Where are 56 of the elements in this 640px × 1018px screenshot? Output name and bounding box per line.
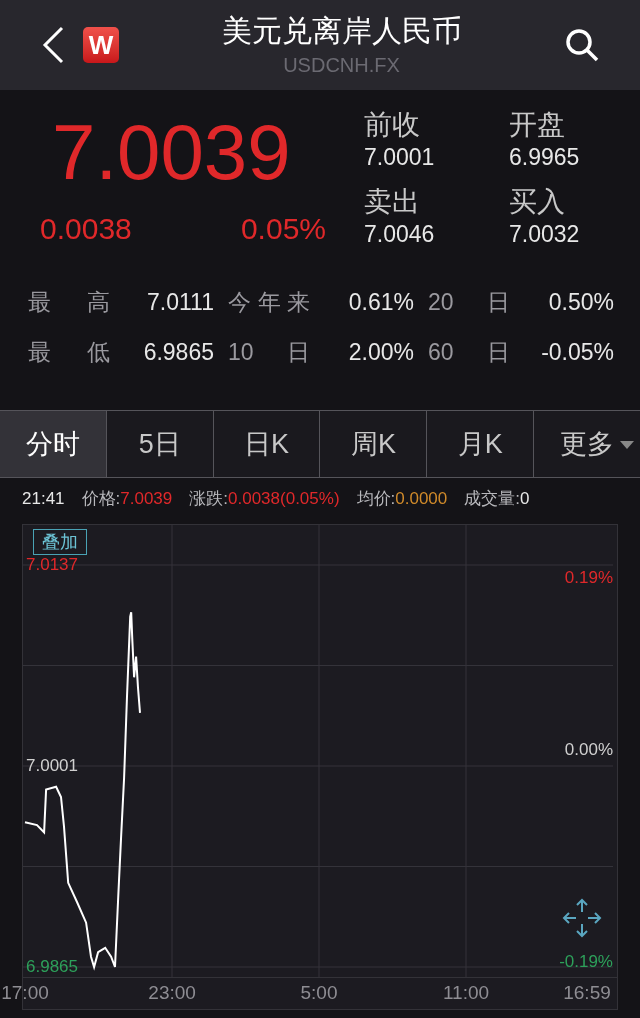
field-label: 开盘 bbox=[509, 108, 566, 142]
back-icon[interactable] bbox=[40, 25, 66, 65]
field-value: 7.0046 bbox=[364, 220, 436, 249]
axis-label: -0.19% bbox=[559, 953, 613, 970]
search-icon[interactable] bbox=[564, 27, 600, 63]
info-value: 0 bbox=[520, 488, 530, 511]
field-value: 7.0001 bbox=[364, 143, 436, 172]
info-label: 均价: bbox=[356, 488, 396, 511]
period-tab[interactable]: 周K bbox=[320, 411, 428, 477]
axis-label: 0.00% bbox=[564, 741, 613, 758]
symbol-code: USDCNH.FX bbox=[283, 53, 400, 78]
info-label: 价格: bbox=[81, 488, 121, 511]
app-logo[interactable]: W bbox=[83, 27, 119, 63]
price-change: 0.0038 bbox=[40, 211, 132, 247]
stat-value: -0.05% bbox=[540, 338, 614, 366]
current-price: 7.0039 bbox=[52, 108, 292, 196]
info-value: 0.0038(0.05%) bbox=[228, 488, 340, 511]
axis-label: 0.19% bbox=[564, 569, 613, 586]
stat-label: 今年来 bbox=[228, 288, 310, 316]
field-label: 卖出 bbox=[364, 185, 421, 219]
period-tab[interactable]: 分时 bbox=[0, 411, 107, 477]
stat-value: 0.61% bbox=[347, 288, 414, 316]
axis-label: 6.9865 bbox=[26, 958, 78, 975]
field-value: 6.9965 bbox=[509, 143, 581, 172]
axis-label: 7.0001 bbox=[26, 757, 78, 774]
page-title: 美元兑离岸人民币 bbox=[221, 13, 462, 49]
overlay-button[interactable]: 叠加 bbox=[33, 529, 87, 555]
time-label: 21:41 bbox=[22, 488, 65, 511]
field-value: 7.0032 bbox=[509, 220, 581, 249]
move-icon[interactable] bbox=[561, 897, 603, 939]
info-value: 0.0000 bbox=[395, 488, 448, 511]
stat-value: 6.9865 bbox=[142, 338, 214, 366]
field-label: 买入 bbox=[509, 185, 566, 219]
period-tab[interactable]: 更多 bbox=[534, 411, 640, 477]
period-tab[interactable]: 5日 bbox=[106, 411, 214, 477]
stat-label: 60 日 bbox=[428, 338, 510, 366]
stat-label: 10 日 bbox=[228, 338, 310, 366]
period-tab[interactable]: 月K bbox=[427, 411, 535, 477]
info-label: 成交量: bbox=[464, 488, 520, 511]
info-value: 7.0039 bbox=[120, 488, 173, 511]
period-tab[interactable]: 日K bbox=[213, 411, 321, 477]
stat-label: 最 低 bbox=[28, 338, 110, 366]
info-label: 涨跌: bbox=[189, 488, 228, 511]
percent-change: 0.05% bbox=[240, 211, 326, 247]
stat-label: 最 高 bbox=[28, 288, 110, 316]
time-axis-label: 23:00 bbox=[148, 982, 196, 1004]
time-axis-label: 16:59 bbox=[563, 982, 611, 1004]
stat-value: 2.00% bbox=[347, 338, 414, 366]
axis-label: 7.0137 bbox=[26, 556, 78, 573]
field-label: 前收 bbox=[364, 108, 421, 142]
time-axis-label: 17:00 bbox=[1, 982, 49, 1004]
time-axis-label: 11:00 bbox=[442, 982, 490, 1004]
stat-label: 20 日 bbox=[428, 288, 510, 316]
stat-value: 7.0111 bbox=[146, 288, 214, 316]
time-axis-label: 5:00 bbox=[300, 982, 338, 1004]
stat-value: 0.50% bbox=[547, 288, 614, 316]
